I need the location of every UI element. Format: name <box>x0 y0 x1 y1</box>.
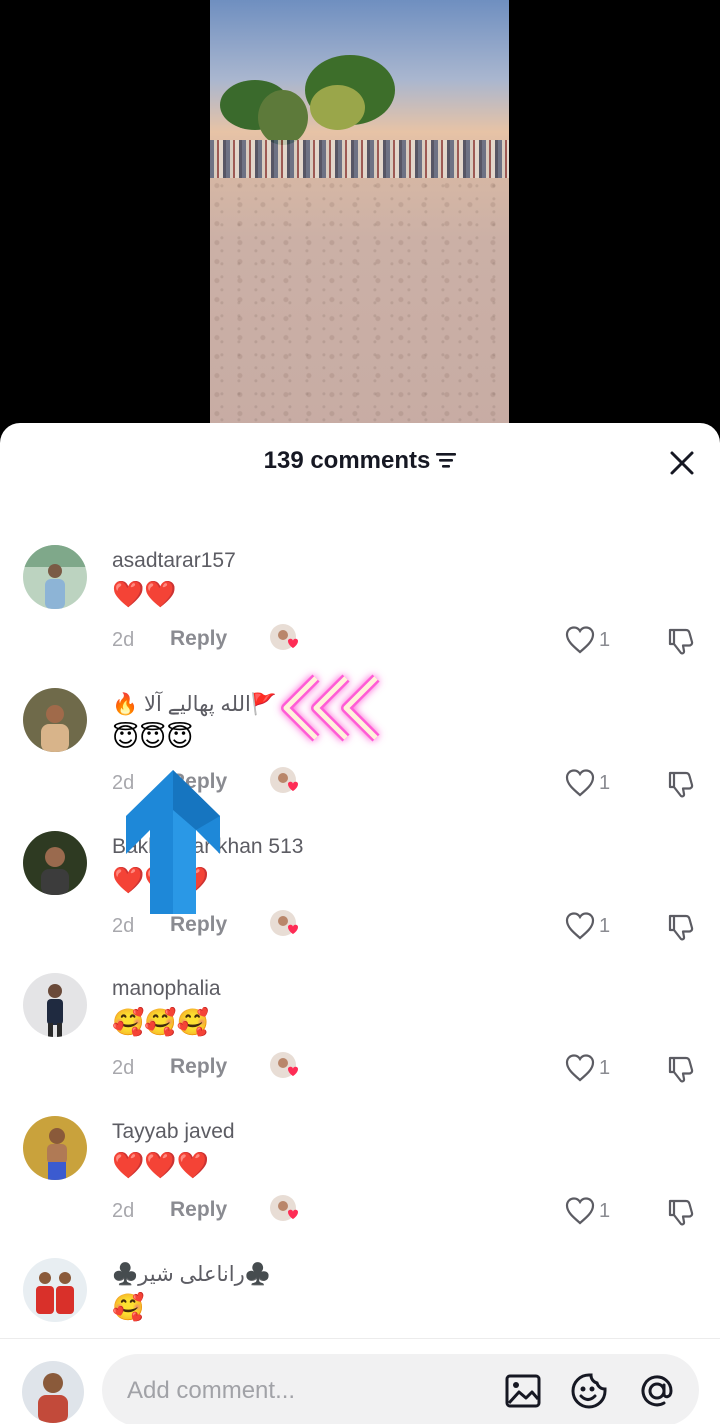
arrow-up-sticker <box>126 770 220 914</box>
like-count: 1 <box>599 1057 611 1079</box>
thumbs-down-icon[interactable] <box>664 623 698 657</box>
comment-username[interactable]: Tayyab javed <box>112 1120 235 1144</box>
reply-button[interactable]: Reply <box>170 627 227 651</box>
like-count: 1 <box>599 772 611 794</box>
avatar[interactable] <box>23 831 87 895</box>
comment-item: Tayyab javed ❤️❤️❤️ 2d Reply 1 <box>0 1116 720 1258</box>
crowd <box>210 140 509 178</box>
heart-outline-icon[interactable] <box>563 909 597 943</box>
thumbs-down-icon[interactable] <box>664 766 698 800</box>
comment-text: 🥰 <box>112 1292 145 1322</box>
creator-liked-badge-icon <box>270 624 298 650</box>
comment-text: 🥰🥰🥰 <box>112 1007 210 1037</box>
image-icon[interactable] <box>504 1372 542 1410</box>
creator-liked-badge-icon <box>270 1052 298 1078</box>
comments-sheet: 139 comments asadtarar157 ❤️❤️ 2d Reply <box>0 423 720 1424</box>
like-count: 1 <box>599 915 611 937</box>
comment-time: 2d <box>112 1200 135 1222</box>
comment-time: 2d <box>112 915 135 937</box>
reply-button[interactable]: Reply <box>170 1055 227 1079</box>
close-icon[interactable] <box>664 445 700 481</box>
comments-count-title: 139 comments <box>263 447 431 474</box>
thumbs-down-icon[interactable] <box>664 1051 698 1085</box>
creator-liked-badge-icon <box>270 1195 298 1221</box>
creator-liked-badge-icon <box>270 767 298 793</box>
heart-outline-icon[interactable] <box>563 766 597 800</box>
heart-outline-icon[interactable] <box>563 623 597 657</box>
like-count: 1 <box>599 1200 611 1222</box>
thumbs-down-icon[interactable] <box>664 1194 698 1228</box>
at-mention-icon[interactable] <box>638 1372 676 1410</box>
comment-username[interactable]: manophalia <box>112 977 221 1001</box>
reply-button[interactable]: Reply <box>170 913 227 937</box>
avatar[interactable] <box>23 1116 87 1180</box>
comments-title-row[interactable]: 139 comments <box>0 447 720 475</box>
reply-button[interactable]: Reply <box>170 1198 227 1222</box>
avatar[interactable] <box>22 1361 84 1423</box>
heart-outline-icon[interactable] <box>563 1194 597 1228</box>
avatar[interactable] <box>23 973 87 1037</box>
video-frame[interactable] <box>210 0 509 440</box>
comment-input-placeholder: Add comment... <box>127 1377 296 1404</box>
video-player[interactable] <box>0 0 720 440</box>
heart-outline-icon[interactable] <box>563 1051 597 1085</box>
avatar[interactable] <box>23 688 87 752</box>
comment-input-bar: Add comment... <box>0 1338 720 1424</box>
comment-time: 2d <box>112 629 135 651</box>
comment-username[interactable]: asadtarar157 <box>112 549 236 573</box>
thumbs-down-icon[interactable] <box>664 909 698 943</box>
comment-item: manophalia 🥰🥰🥰 2d Reply 1 <box>0 973 720 1115</box>
comment-text: 😇😇😇 <box>112 722 194 752</box>
comment-text: ❤️❤️❤️ <box>112 1150 210 1180</box>
comment-text: ❤️❤️ <box>112 579 177 609</box>
avatar[interactable] <box>23 545 87 609</box>
avatar[interactable] <box>23 1258 87 1322</box>
creator-liked-badge-icon <box>270 910 298 936</box>
sand-ground <box>210 178 509 440</box>
chevrons-left-sticker <box>281 674 380 742</box>
comment-username[interactable]: 🚩الله پهالیے آلا 🔥 <box>112 692 277 717</box>
comment-username[interactable]: ♣️راناعلی شیر♣️ <box>112 1262 271 1287</box>
comments-header: 139 comments <box>0 423 720 501</box>
emoji-icon[interactable] <box>570 1372 608 1410</box>
filter-icon[interactable] <box>436 451 457 469</box>
comment-time: 2d <box>112 1057 135 1079</box>
like-count: 1 <box>599 629 611 651</box>
comment-item: Bakhtawar khan 513 ❤️❤️❤️ 2d Reply 1 <box>0 831 720 973</box>
